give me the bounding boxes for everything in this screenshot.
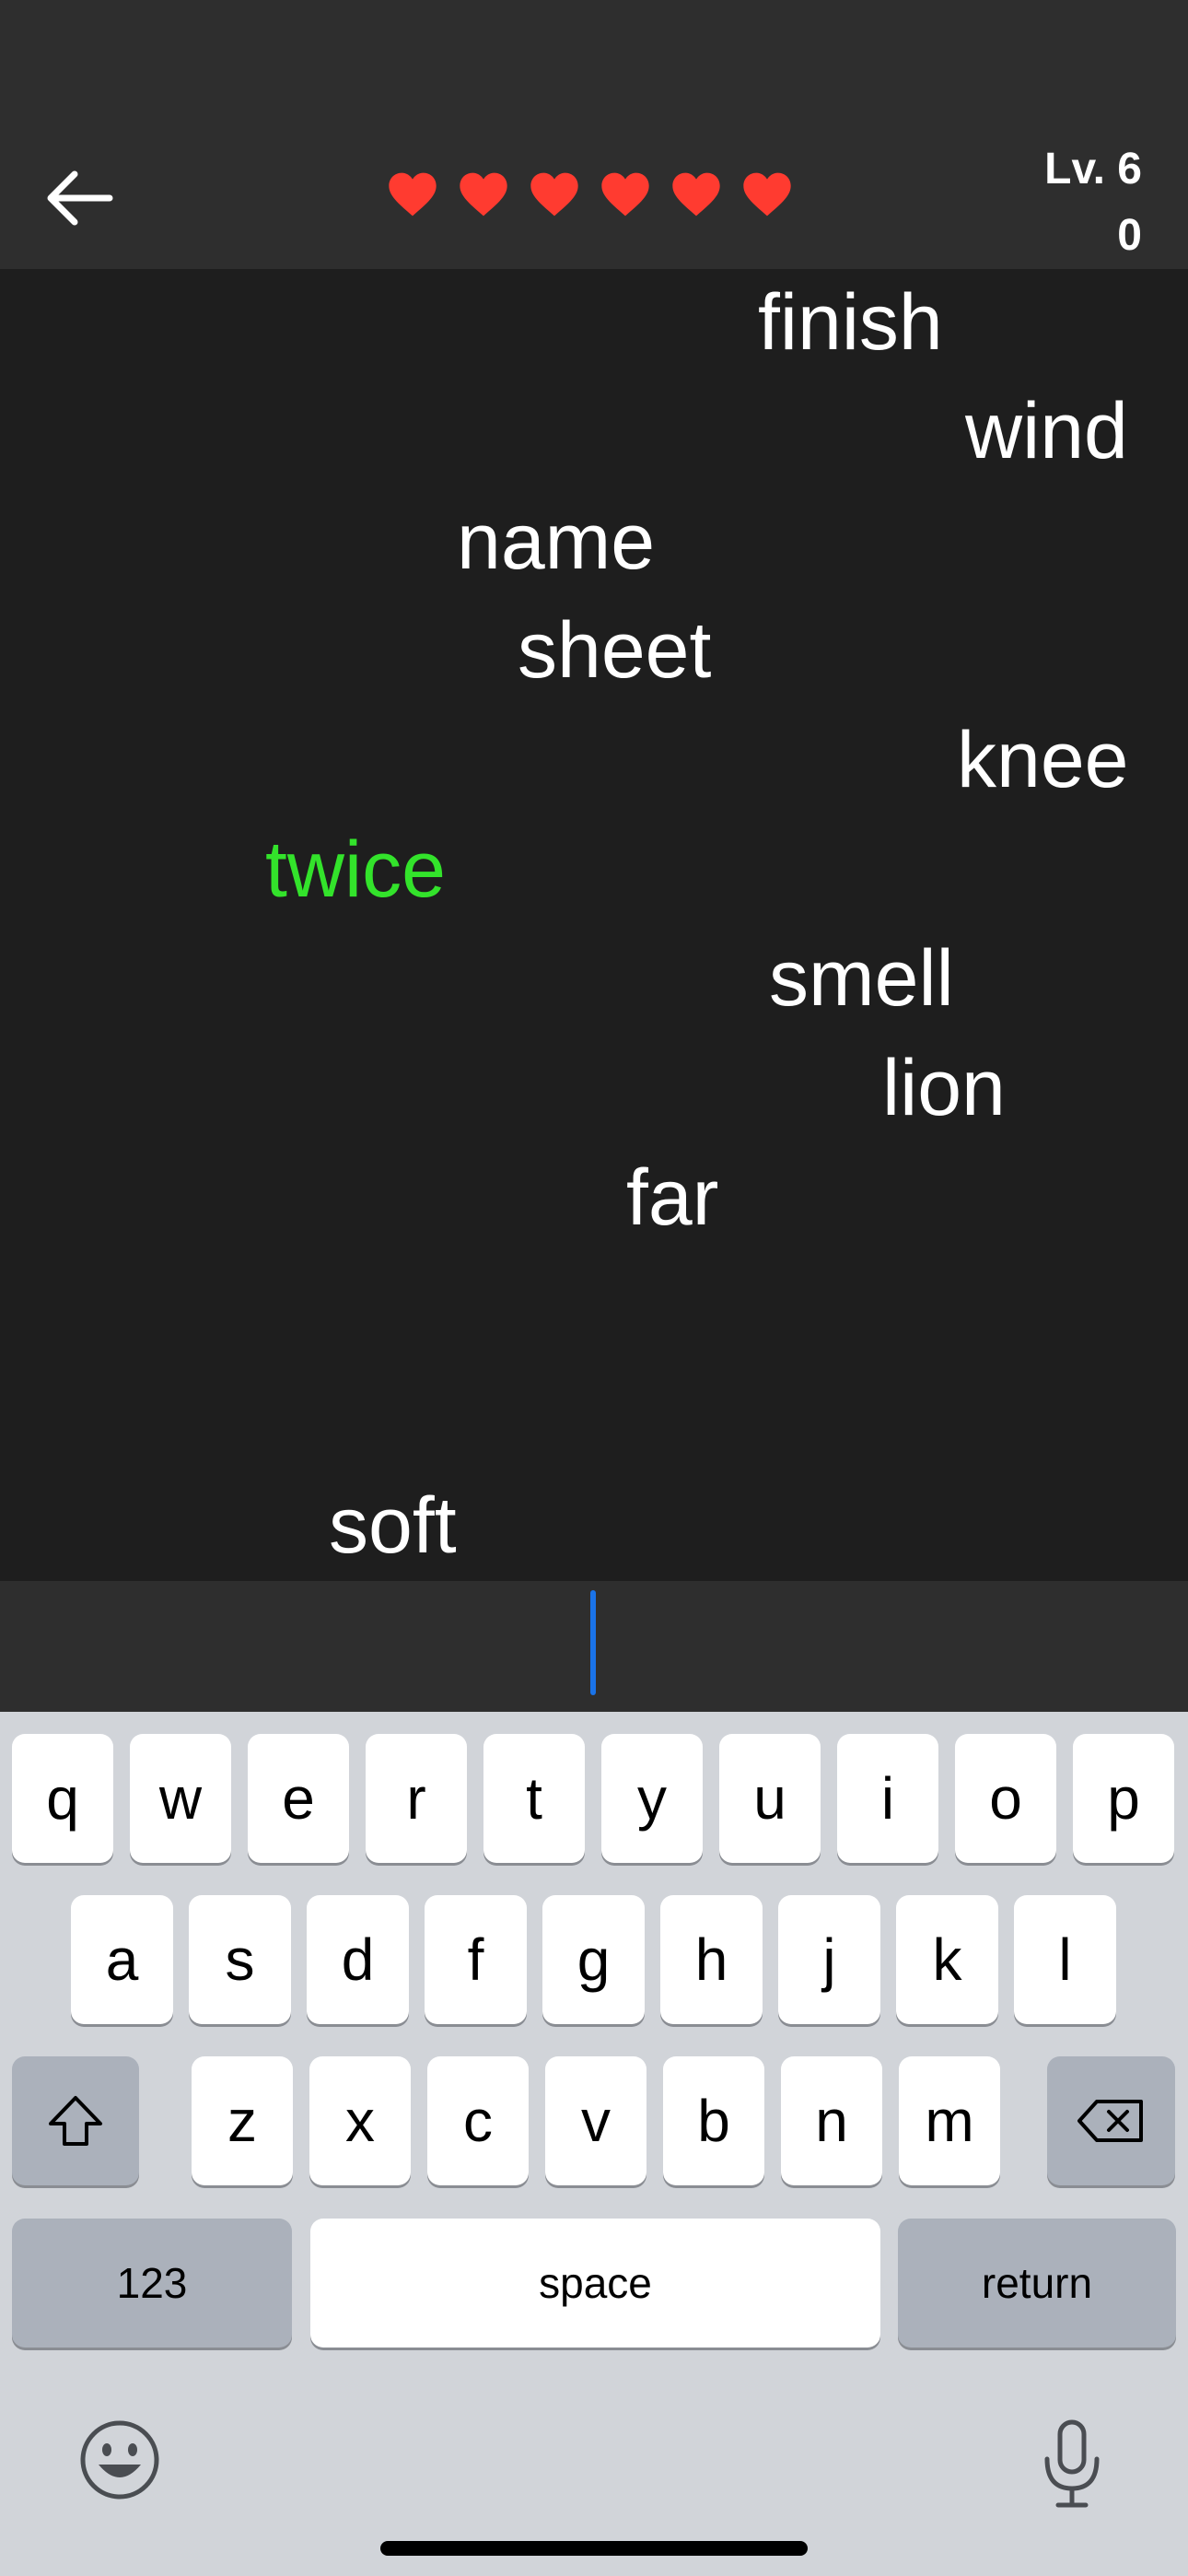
falling-word: smell	[769, 934, 954, 1023]
falling-word: finish	[758, 278, 943, 367]
shift-icon	[49, 2096, 102, 2146]
word-input[interactable]	[0, 1581, 1188, 1712]
dictation-button[interactable]	[1026, 2414, 1118, 2515]
shift-key[interactable]	[12, 2056, 139, 2185]
top-bar: Lv. 6 0	[0, 0, 1188, 269]
heart-icon	[389, 172, 437, 217]
key-u[interactable]: u	[719, 1734, 821, 1863]
key-p[interactable]: p	[1073, 1734, 1174, 1863]
falling-word: sheet	[518, 606, 712, 695]
heart-icon	[530, 172, 578, 217]
space-key[interactable]: space	[310, 2219, 880, 2348]
delete-key[interactable]	[1047, 2056, 1175, 2185]
numbers-key[interactable]: 123	[12, 2219, 292, 2348]
key-d[interactable]: d	[307, 1895, 409, 2024]
falling-word: wind	[965, 387, 1128, 475]
key-g[interactable]: g	[542, 1895, 645, 2024]
score-value: 0	[1117, 211, 1142, 260]
heart-icon	[460, 172, 507, 217]
key-m[interactable]: m	[899, 2056, 1000, 2185]
key-i[interactable]: i	[837, 1734, 938, 1863]
level-score-panel: Lv. 6 0	[1044, 136, 1142, 269]
heart-icon	[743, 172, 791, 217]
heart-icon	[672, 172, 720, 217]
falling-word: name	[457, 498, 656, 586]
key-y[interactable]: y	[601, 1734, 703, 1863]
key-e[interactable]: e	[248, 1734, 349, 1863]
heart-icon	[601, 172, 649, 217]
key-t[interactable]: t	[483, 1734, 585, 1863]
home-indicator	[380, 2541, 808, 2556]
key-s[interactable]: s	[189, 1895, 291, 2024]
key-b[interactable]: b	[663, 2056, 764, 2185]
key-c[interactable]: c	[427, 2056, 529, 2185]
arrow-left-icon	[47, 170, 113, 226]
falling-word: lion	[882, 1044, 1006, 1132]
key-h[interactable]: h	[660, 1895, 763, 2024]
key-a[interactable]: a	[71, 1895, 173, 2024]
lives-indicator	[387, 169, 801, 224]
falling-words-area: finish wind name sheet knee twice smell …	[0, 269, 1188, 1581]
key-o[interactable]: o	[955, 1734, 1056, 1863]
key-z[interactable]: z	[192, 2056, 293, 2185]
key-v[interactable]: v	[545, 2056, 646, 2185]
falling-word: far	[626, 1153, 719, 1242]
microphone-icon	[1044, 2419, 1100, 2508]
key-k[interactable]: k	[896, 1895, 998, 2024]
key-l[interactable]: l	[1014, 1895, 1116, 2024]
emoji-icon	[80, 2420, 159, 2500]
key-x[interactable]: x	[309, 2056, 411, 2185]
emoji-button[interactable]	[74, 2414, 166, 2506]
return-key[interactable]: return	[898, 2219, 1176, 2348]
key-n[interactable]: n	[781, 2056, 882, 2185]
key-f[interactable]: f	[425, 1895, 527, 2024]
onscreen-keyboard: qwertyuiop asdfghjkl zxcvbnm 123 space r…	[0, 1712, 1188, 2576]
falling-word: twice	[265, 825, 446, 914]
text-cursor	[590, 1590, 596, 1695]
key-w[interactable]: w	[130, 1734, 231, 1863]
key-j[interactable]: j	[778, 1895, 880, 2024]
key-q[interactable]: q	[12, 1734, 113, 1863]
back-button[interactable]	[37, 161, 120, 235]
falling-word: soft	[329, 1481, 457, 1570]
backspace-icon	[1077, 2100, 1143, 2142]
falling-word: knee	[957, 716, 1129, 804]
key-r[interactable]: r	[366, 1734, 467, 1863]
level-label: Lv. 6	[1044, 145, 1142, 193]
